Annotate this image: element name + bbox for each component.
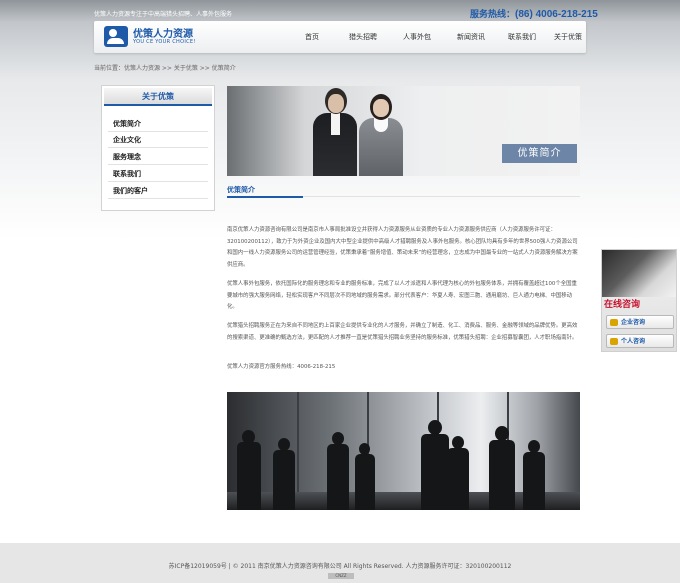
person-silhouette xyxy=(237,442,261,510)
personal-consult-label: 个人咨询 xyxy=(621,338,646,345)
sidebar: 关于优策 优策简介 企业文化 服务理念 联系我们 我们的客户 xyxy=(101,85,215,211)
personal-consult-button[interactable]: 个人咨询 xyxy=(606,334,674,348)
sidebar-item-profile[interactable]: 优策简介 xyxy=(108,116,208,132)
banner-man-face xyxy=(328,94,344,113)
consult-title: 在线咨询 xyxy=(604,300,641,310)
person-silhouette-head xyxy=(278,438,290,451)
stats-badge[interactable]: CNZZ xyxy=(328,573,354,579)
intro-paragraph: 南京优策人力资源咨询有限公司是南京市人事局批准设立并获得人力资源服务从业资质的专… xyxy=(227,227,578,268)
footer-copyright: 苏ICP备12019059号 | © 2011 南京优策人力资源咨询有限公司 A… xyxy=(168,563,512,570)
team-photo xyxy=(227,392,580,510)
logo-title: 优策人力资源 xyxy=(133,29,193,40)
stats-badge-label: CNZZ xyxy=(335,573,347,578)
nav-item-contact[interactable]: 联系我们 xyxy=(498,21,546,53)
footer: 苏ICP备12019059号 | © 2011 南京优策人力资源咨询有限公司 A… xyxy=(0,543,680,583)
person-silhouette xyxy=(421,434,449,510)
header-tagline: 优策人力资源专注于中高端猎头招聘、人事外包服务 xyxy=(94,11,233,18)
person-silhouette xyxy=(523,452,545,510)
headhunting-paragraph: 优策猎头招聘服务正在为来自不同地区的上百家企业提供专业化的人才服务，并确立了制造… xyxy=(227,323,578,341)
person-silhouette-head xyxy=(359,443,370,455)
enterprise-consult-button[interactable]: 企业咨询 xyxy=(606,315,674,329)
consult-photo xyxy=(602,250,676,297)
person-silhouette-head xyxy=(495,426,509,441)
person-silhouette xyxy=(273,450,295,510)
sidebar-title: 关于优策 xyxy=(104,88,212,106)
chat-icon xyxy=(610,319,618,326)
person-silhouette-head xyxy=(242,430,255,444)
service-hotline: 服务热线：(86) 4006-218-215 xyxy=(470,7,598,20)
section-divider-accent xyxy=(227,196,303,198)
banner-woman-face xyxy=(373,99,389,117)
person-silhouette xyxy=(355,454,375,510)
chat-icon xyxy=(610,338,618,345)
person-silhouette xyxy=(327,444,349,510)
sidebar-item-clients[interactable]: 我们的客户 xyxy=(108,183,208,199)
logo-icon xyxy=(104,26,128,47)
sidebar-item-philosophy[interactable]: 服务理念 xyxy=(108,149,208,165)
section-title: 优策简介 xyxy=(227,186,255,194)
outsourcing-paragraph: 优策人事外包服务，依托国际化的服务理念和专业的服务标准，完成了以人才派遣和人事代… xyxy=(227,281,577,310)
hotline-number: (86) 4006-218-215 xyxy=(515,9,598,20)
logo-slogan: YOU CE YOUR CHOICE! xyxy=(133,39,196,45)
nav-item-outsourcing[interactable]: 人事外包 xyxy=(390,21,444,53)
sidebar-item-culture[interactable]: 企业文化 xyxy=(108,132,208,148)
person-silhouette-head xyxy=(332,432,344,445)
banner-woman-collar xyxy=(374,118,388,132)
sidebar-item-contact[interactable]: 联系我们 xyxy=(108,166,208,182)
breadcrumb: 当前位置：优策人力资源 >> 关于优策 >> 优策简介 xyxy=(94,65,236,72)
nav-item-news[interactable]: 新闻资讯 xyxy=(444,21,498,53)
nav-item-home[interactable]: 首页 xyxy=(294,21,330,53)
nav-item-about[interactable]: 关于优策 xyxy=(546,21,590,53)
nav-item-headhunting[interactable]: 猎头招聘 xyxy=(336,21,390,53)
person-silhouette-head xyxy=(528,440,540,453)
person-silhouette-head xyxy=(452,436,464,449)
hotline-label: 服务热线： xyxy=(470,9,516,19)
online-consult-widget: 在线咨询 企业咨询 个人咨询 xyxy=(601,249,677,352)
person-silhouette-head xyxy=(428,420,442,435)
enterprise-consult-label: 企业咨询 xyxy=(621,319,646,326)
person-silhouette xyxy=(447,448,469,510)
main-navbar: 优策人力资源 YOU CE YOUR CHOICE! 首页 猎头招聘 人事外包 … xyxy=(94,21,586,53)
site-logo[interactable]: 优策人力资源 YOU CE YOUR CHOICE! xyxy=(104,25,224,49)
page-banner: 优策简介 xyxy=(227,86,580,176)
banner-caption: 优策简介 xyxy=(502,144,577,163)
hotline-paragraph: 优策人力资源官方服务热线：4006-218-215 xyxy=(227,364,336,370)
main-menu: 首页 猎头招聘 人事外包 新闻资讯 联系我们 关于优策 xyxy=(294,21,590,53)
person-silhouette xyxy=(489,440,515,510)
banner-man-shirt xyxy=(331,113,340,135)
